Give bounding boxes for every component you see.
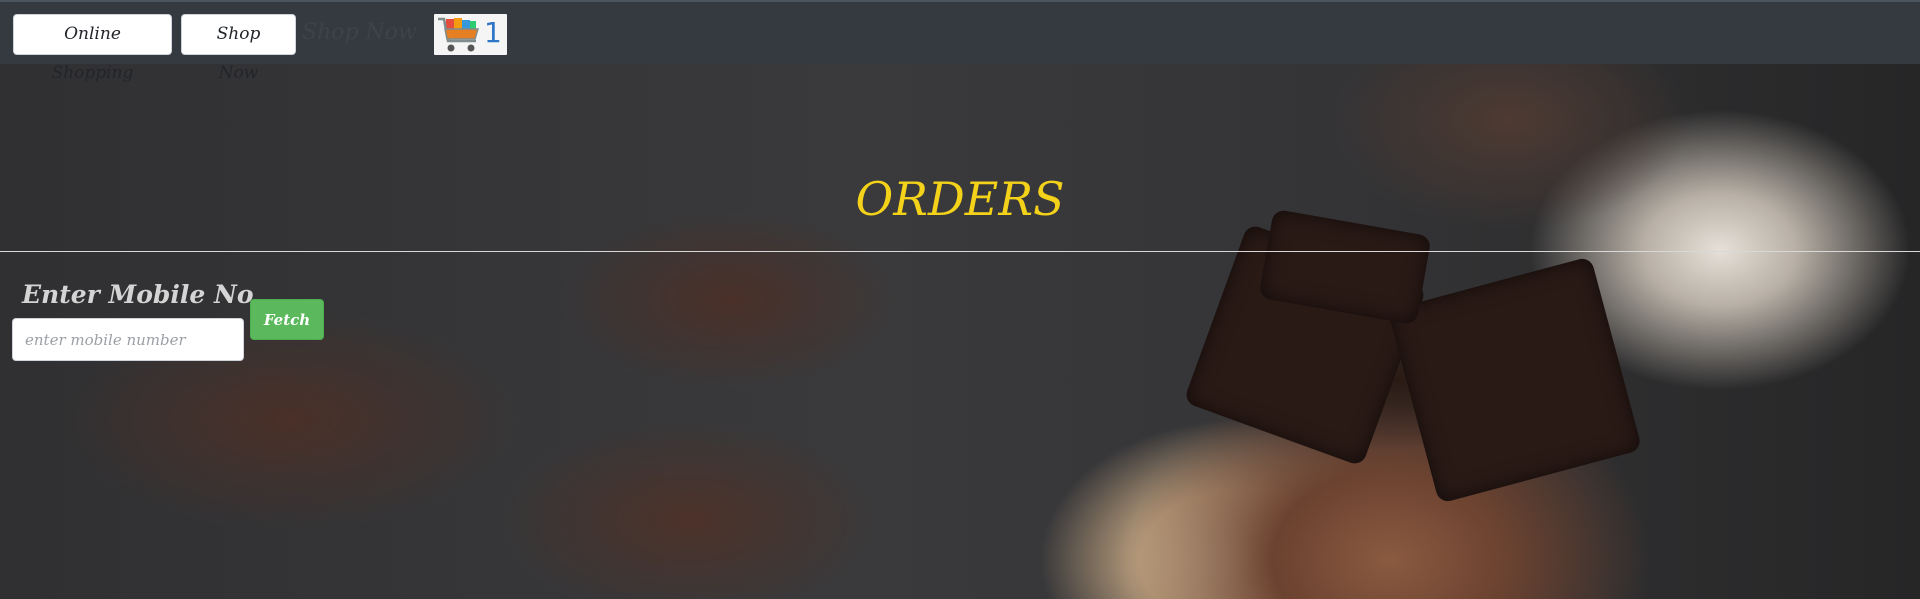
top-navbar: Online Shopping Shop Now Shop Now 1: [0, 0, 1920, 83]
cart-count-badge: 1: [484, 16, 502, 49]
divider: [0, 251, 1920, 252]
shopping-cart-icon: [438, 17, 480, 52]
mobile-number-label: Enter Mobile No: [22, 280, 254, 309]
page-title: ORDERS: [855, 172, 1065, 226]
brownie-decoration: [1387, 256, 1643, 504]
cart-link[interactable]: 1: [434, 14, 507, 55]
navbar-brand-text[interactable]: Shop Now: [302, 20, 417, 45]
mobile-number-input[interactable]: [12, 318, 244, 361]
fetch-button[interactable]: Fetch: [250, 299, 324, 340]
shop-now-button[interactable]: Shop Now: [181, 14, 296, 83]
online-shopping-button[interactable]: Online Shopping: [13, 14, 172, 83]
